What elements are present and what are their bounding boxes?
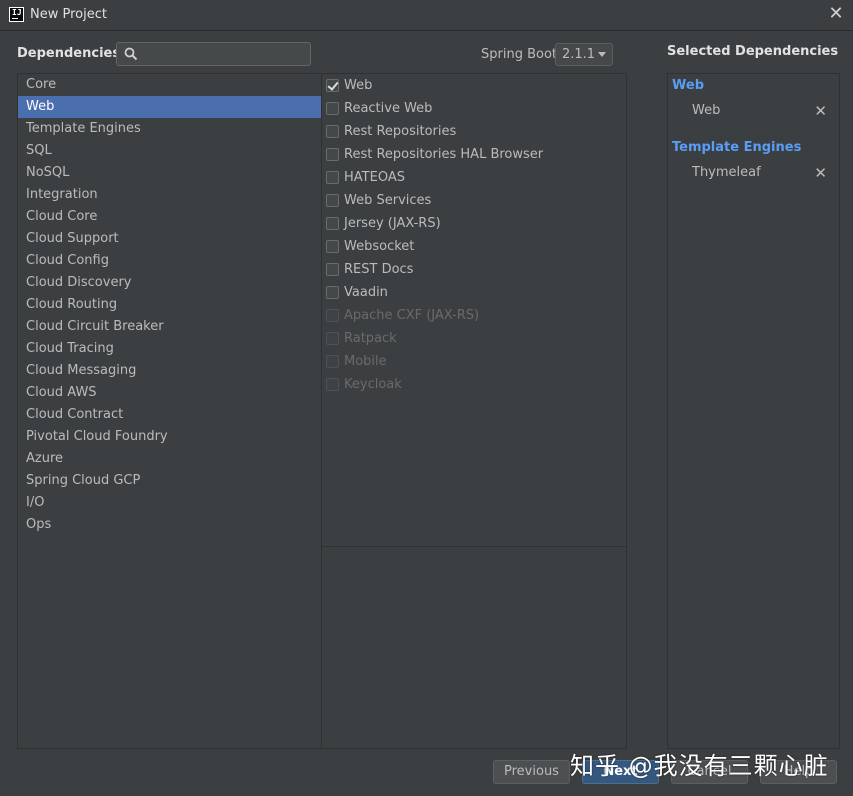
dependency-item[interactable]: Rest Repositories HAL Browser <box>322 143 626 166</box>
category-item[interactable]: Web <box>18 96 321 118</box>
category-item[interactable]: Cloud Discovery <box>18 272 321 294</box>
category-item[interactable]: Cloud Routing <box>18 294 321 316</box>
dependency-item: Mobile <box>322 350 626 373</box>
dependency-label: Apache CXF (JAX-RS) <box>344 308 480 323</box>
dependency-checkbox[interactable] <box>326 194 339 207</box>
category-item[interactable]: Cloud AWS <box>18 382 321 404</box>
dependency-checkbox <box>326 309 339 322</box>
dependency-item[interactable]: Web <box>322 74 626 97</box>
category-item[interactable]: Cloud Support <box>18 228 321 250</box>
dependency-checkbox[interactable] <box>326 240 339 253</box>
category-item[interactable]: Cloud Contract <box>18 404 321 426</box>
dependency-label: Mobile <box>344 354 387 369</box>
dependency-label: Vaadin <box>344 285 388 300</box>
dependency-item[interactable]: Jersey (JAX-RS) <box>322 212 626 235</box>
dependency-checkbox[interactable] <box>326 79 339 92</box>
category-item[interactable]: Cloud Tracing <box>18 338 321 360</box>
dependency-checkbox <box>326 355 339 368</box>
dependency-checkbox[interactable] <box>326 263 339 276</box>
category-item[interactable]: I/O <box>18 492 321 514</box>
search-input[interactable] <box>143 45 305 63</box>
dependency-item[interactable]: Vaadin <box>322 281 626 304</box>
dependency-checkbox[interactable] <box>326 217 339 230</box>
dependency-item[interactable]: Websocket <box>322 235 626 258</box>
dependency-checkbox <box>326 378 339 391</box>
search-box[interactable] <box>116 42 311 66</box>
previous-button[interactable]: Previous <box>493 760 570 784</box>
category-item[interactable]: Core <box>18 74 321 96</box>
selected-group-title: Web <box>672 78 704 93</box>
dependency-checkbox[interactable] <box>326 102 339 115</box>
dependencies-label: Dependencies <box>17 46 121 61</box>
title-bar: IJ New Project ✕ <box>0 0 853 31</box>
category-item[interactable]: NoSQL <box>18 162 321 184</box>
dependency-item: Ratpack <box>322 327 626 350</box>
category-item[interactable]: Cloud Config <box>18 250 321 272</box>
category-item[interactable]: SQL <box>18 140 321 162</box>
dependency-checkbox[interactable] <box>326 286 339 299</box>
search-icon <box>124 47 138 61</box>
dependency-list: Web Reactive Web Rest Repositories Rest Rep… <box>322 74 626 396</box>
category-item[interactable]: Template Engines <box>18 118 321 140</box>
window-title: New Project <box>30 7 107 22</box>
category-item[interactable]: Ops <box>18 514 321 536</box>
dependency-label: Jersey (JAX-RS) <box>344 216 441 231</box>
category-list: Core Web Template Engines SQL NoSQL Integrati… <box>18 74 321 536</box>
selected-dependencies-panel: Web Web ✕ Template Engines Thymeleaf ✕ <box>667 73 840 749</box>
category-item[interactable]: Spring Cloud GCP <box>18 470 321 492</box>
dependency-label: REST Docs <box>344 262 414 277</box>
dependency-label: HATEOAS <box>344 170 405 185</box>
selected-dependency-item: Web <box>692 103 721 118</box>
dependency-checkbox <box>326 332 339 345</box>
category-list-panel: Core Web Template Engines SQL NoSQL Integrati… <box>17 73 322 749</box>
close-icon[interactable]: ✕ <box>827 5 845 23</box>
category-item[interactable]: Azure <box>18 448 321 470</box>
watermark-text: 知乎 @我没有三颗心脏 <box>570 752 829 780</box>
selected-dependency-item: Thymeleaf <box>692 165 761 180</box>
dependency-label: Web Services <box>344 193 432 208</box>
dependency-label: Rest Repositories HAL Browser <box>344 147 544 162</box>
selected-group-title: Template Engines <box>672 140 802 155</box>
dependency-checkbox[interactable] <box>326 125 339 138</box>
dependency-label: Ratpack <box>344 331 397 346</box>
remove-icon[interactable]: ✕ <box>814 164 827 182</box>
category-item[interactable]: Cloud Messaging <box>18 360 321 382</box>
dependency-item: Keycloak <box>322 373 626 396</box>
dependency-label: Rest Repositories <box>344 124 457 139</box>
dependency-item[interactable]: Web Services <box>322 189 626 212</box>
category-item[interactable]: Integration <box>18 184 321 206</box>
dependency-label: Reactive Web <box>344 101 433 116</box>
dependency-checkbox[interactable] <box>326 148 339 161</box>
dependency-item[interactable]: HATEOAS <box>322 166 626 189</box>
remove-icon[interactable]: ✕ <box>814 102 827 120</box>
category-item[interactable]: Cloud Circuit Breaker <box>18 316 321 338</box>
dependency-label: Keycloak <box>344 377 402 392</box>
dependency-item[interactable]: REST Docs <box>322 258 626 281</box>
dependency-description-area <box>322 546 626 748</box>
dependency-list-panel: Web Reactive Web Rest Repositories Rest Rep… <box>321 73 627 749</box>
dependency-checkbox[interactable] <box>326 171 339 184</box>
dependency-label: Web <box>344 78 373 93</box>
selected-dependencies-title: Selected Dependencies <box>667 44 839 59</box>
spring-boot-version-value: 2.1.1 <box>562 47 596 62</box>
dependency-label: Websocket <box>344 239 415 254</box>
dependency-item[interactable]: Reactive Web <box>322 97 626 120</box>
intellij-app-icon: IJ <box>9 7 24 22</box>
spring-boot-label: Spring Boot <box>481 47 558 62</box>
chevron-down-icon <box>598 52 606 57</box>
dependency-item[interactable]: Rest Repositories <box>322 120 626 143</box>
spring-boot-version-select[interactable]: 2.1.1 <box>555 43 613 66</box>
dependency-item: Apache CXF (JAX-RS) <box>322 304 626 327</box>
category-item[interactable]: Cloud Core <box>18 206 321 228</box>
category-item[interactable]: Pivotal Cloud Foundry <box>18 426 321 448</box>
